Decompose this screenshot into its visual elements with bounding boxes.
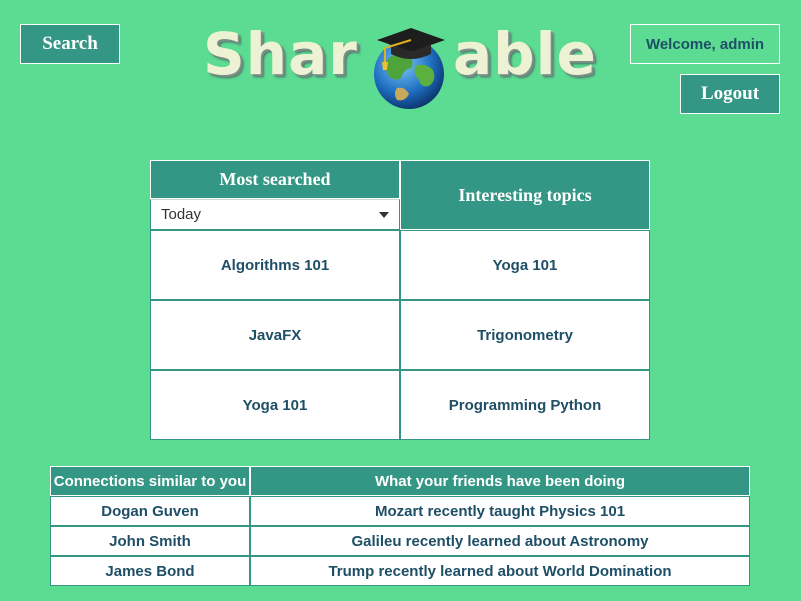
- activity-column-header: What your friends have been doing: [250, 466, 750, 496]
- topics-grid: Most searched Today Interesting topics A…: [150, 160, 650, 440]
- search-button[interactable]: Search: [20, 24, 120, 64]
- friend-activity-cell: Trump recently learned about World Domin…: [250, 556, 750, 586]
- dropdown-arrow-icon: [379, 212, 389, 218]
- friend-activity-cell: Mozart recently taught Physics 101: [250, 496, 750, 526]
- most-searched-header: Most searched: [150, 160, 400, 199]
- interesting-topic-item[interactable]: Programming Python: [400, 370, 650, 440]
- most-searched-item[interactable]: Algorithms 101: [150, 230, 400, 300]
- logo-text-left: Shar: [203, 20, 358, 88]
- globe-graduation-cap-icon: [374, 28, 445, 109]
- interesting-topic-item[interactable]: Trigonometry: [400, 300, 650, 370]
- friend-activity-cell: Galileu recently learned about Astronomy: [250, 526, 750, 556]
- connection-name-cell[interactable]: James Bond: [50, 556, 250, 586]
- logout-button[interactable]: Logout: [680, 74, 780, 114]
- period-dropdown-value: Today: [161, 206, 202, 223]
- most-searched-item[interactable]: JavaFX: [150, 300, 400, 370]
- connection-name-cell[interactable]: Dogan Guven: [50, 496, 250, 526]
- interesting-topic-item[interactable]: Yoga 101: [400, 230, 650, 300]
- connections-table: Connections similar to you What your fri…: [50, 466, 750, 586]
- period-dropdown[interactable]: Today: [150, 199, 400, 230]
- welcome-label: Welcome, admin: [630, 24, 780, 64]
- most-searched-item[interactable]: Yoga 101: [150, 370, 400, 440]
- interesting-topics-header: Interesting topics: [400, 160, 650, 230]
- connection-name-cell[interactable]: John Smith: [50, 526, 250, 556]
- logo-text-right: able: [453, 20, 597, 88]
- connections-column-header: Connections similar to you: [50, 466, 250, 496]
- sharable-logo: Shar able: [195, 18, 615, 113]
